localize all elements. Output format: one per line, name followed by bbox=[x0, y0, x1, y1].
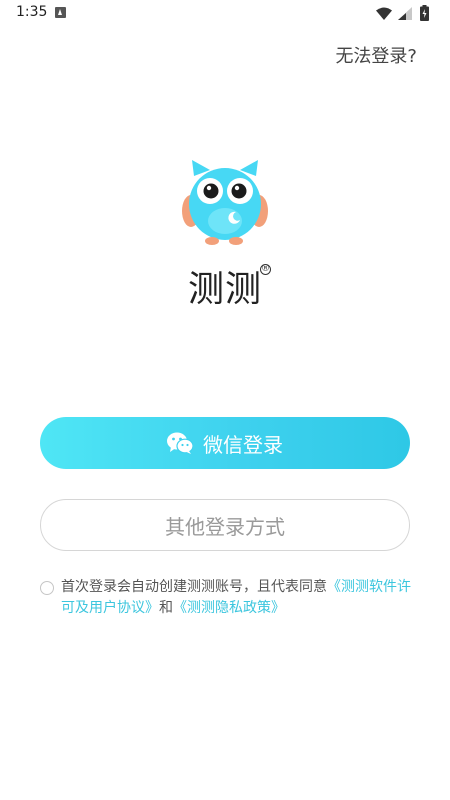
logo-area: 测测 ® bbox=[0, 158, 450, 310]
agreement-prefix: 首次登录会自动创建测测账号，且代表同意 bbox=[61, 579, 327, 595]
agreement-conjunction: 和 bbox=[159, 600, 173, 616]
wechat-login-button[interactable]: 微信登录 bbox=[40, 417, 410, 469]
wechat-login-label: 微信登录 bbox=[203, 432, 283, 457]
registered-mark: ® bbox=[260, 264, 271, 275]
status-time: 1:35 bbox=[16, 4, 48, 20]
owl-logo-icon bbox=[182, 160, 268, 245]
signal-icon bbox=[398, 7, 412, 20]
agreement-checkbox[interactable] bbox=[40, 581, 54, 595]
battery-icon bbox=[420, 5, 429, 21]
privacy-policy-link[interactable]: 《测测隐私政策》 bbox=[173, 600, 285, 616]
status-bar: 1:35 bbox=[0, 0, 450, 26]
notification-icon bbox=[55, 7, 66, 18]
other-login-label: 其他登录方式 bbox=[165, 514, 285, 539]
agreement-text: 首次登录会自动创建测测账号，且代表同意《测测软件许可及用户协议》和《测测隐私政策… bbox=[40, 577, 420, 619]
agreement-notice: 首次登录会自动创建测测账号，且代表同意《测测软件许可及用户协议》和《测测隐私政策… bbox=[40, 577, 420, 619]
cannot-login-link[interactable]: 无法登录? bbox=[335, 42, 417, 68]
app-name: 测测 bbox=[187, 269, 262, 310]
wechat-icon bbox=[167, 432, 193, 454]
status-icons bbox=[376, 4, 436, 22]
other-login-button[interactable]: 其他登录方式 bbox=[40, 499, 410, 551]
wifi-icon bbox=[376, 7, 392, 20]
